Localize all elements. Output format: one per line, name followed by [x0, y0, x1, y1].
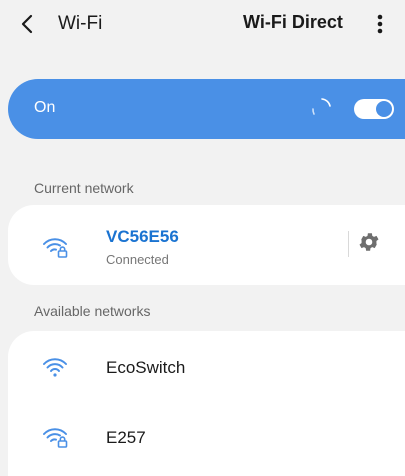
network-status: Connected — [106, 252, 169, 267]
network-name: EcoSwitch — [106, 358, 186, 377]
page-title: Wi-Fi — [58, 13, 103, 34]
available-networks-card: EcoSwitch E257 — [8, 331, 405, 476]
row-divider — [348, 231, 349, 257]
chevron-left-icon — [21, 14, 33, 34]
back-button[interactable] — [14, 10, 40, 38]
switch-knob — [376, 101, 392, 117]
more-vert-icon — [377, 14, 383, 34]
scanning-spinner-icon — [312, 98, 331, 115]
wifi-icon — [43, 358, 67, 377]
wifi-direct-button[interactable]: Wi-Fi Direct — [243, 12, 343, 33]
network-name: VC56E56 — [106, 227, 179, 246]
app-header: Wi-Fi Wi-Fi Direct — [0, 0, 405, 50]
network-name: E257 — [106, 428, 146, 447]
list-item[interactable]: EcoSwitch — [8, 337, 405, 397]
available-networks-label: Available networks — [34, 303, 151, 319]
wifi-toggle-bar[interactable]: On — [8, 79, 405, 139]
list-item[interactable]: E257 — [8, 407, 405, 467]
wifi-settings-screen: Wi-Fi Wi-Fi Direct On Current network VC… — [0, 0, 405, 476]
wifi-switch[interactable] — [354, 99, 394, 119]
toggle-label: On — [34, 99, 56, 116]
wifi-lock-icon — [43, 428, 68, 448]
more-options-button[interactable] — [372, 10, 388, 38]
current-network-label: Current network — [34, 180, 134, 196]
current-network-card: VC56E56 Connected — [8, 205, 405, 285]
wifi-lock-icon — [43, 238, 68, 258]
gear-icon[interactable] — [357, 230, 381, 254]
current-network-row[interactable]: VC56E56 Connected — [8, 215, 405, 275]
